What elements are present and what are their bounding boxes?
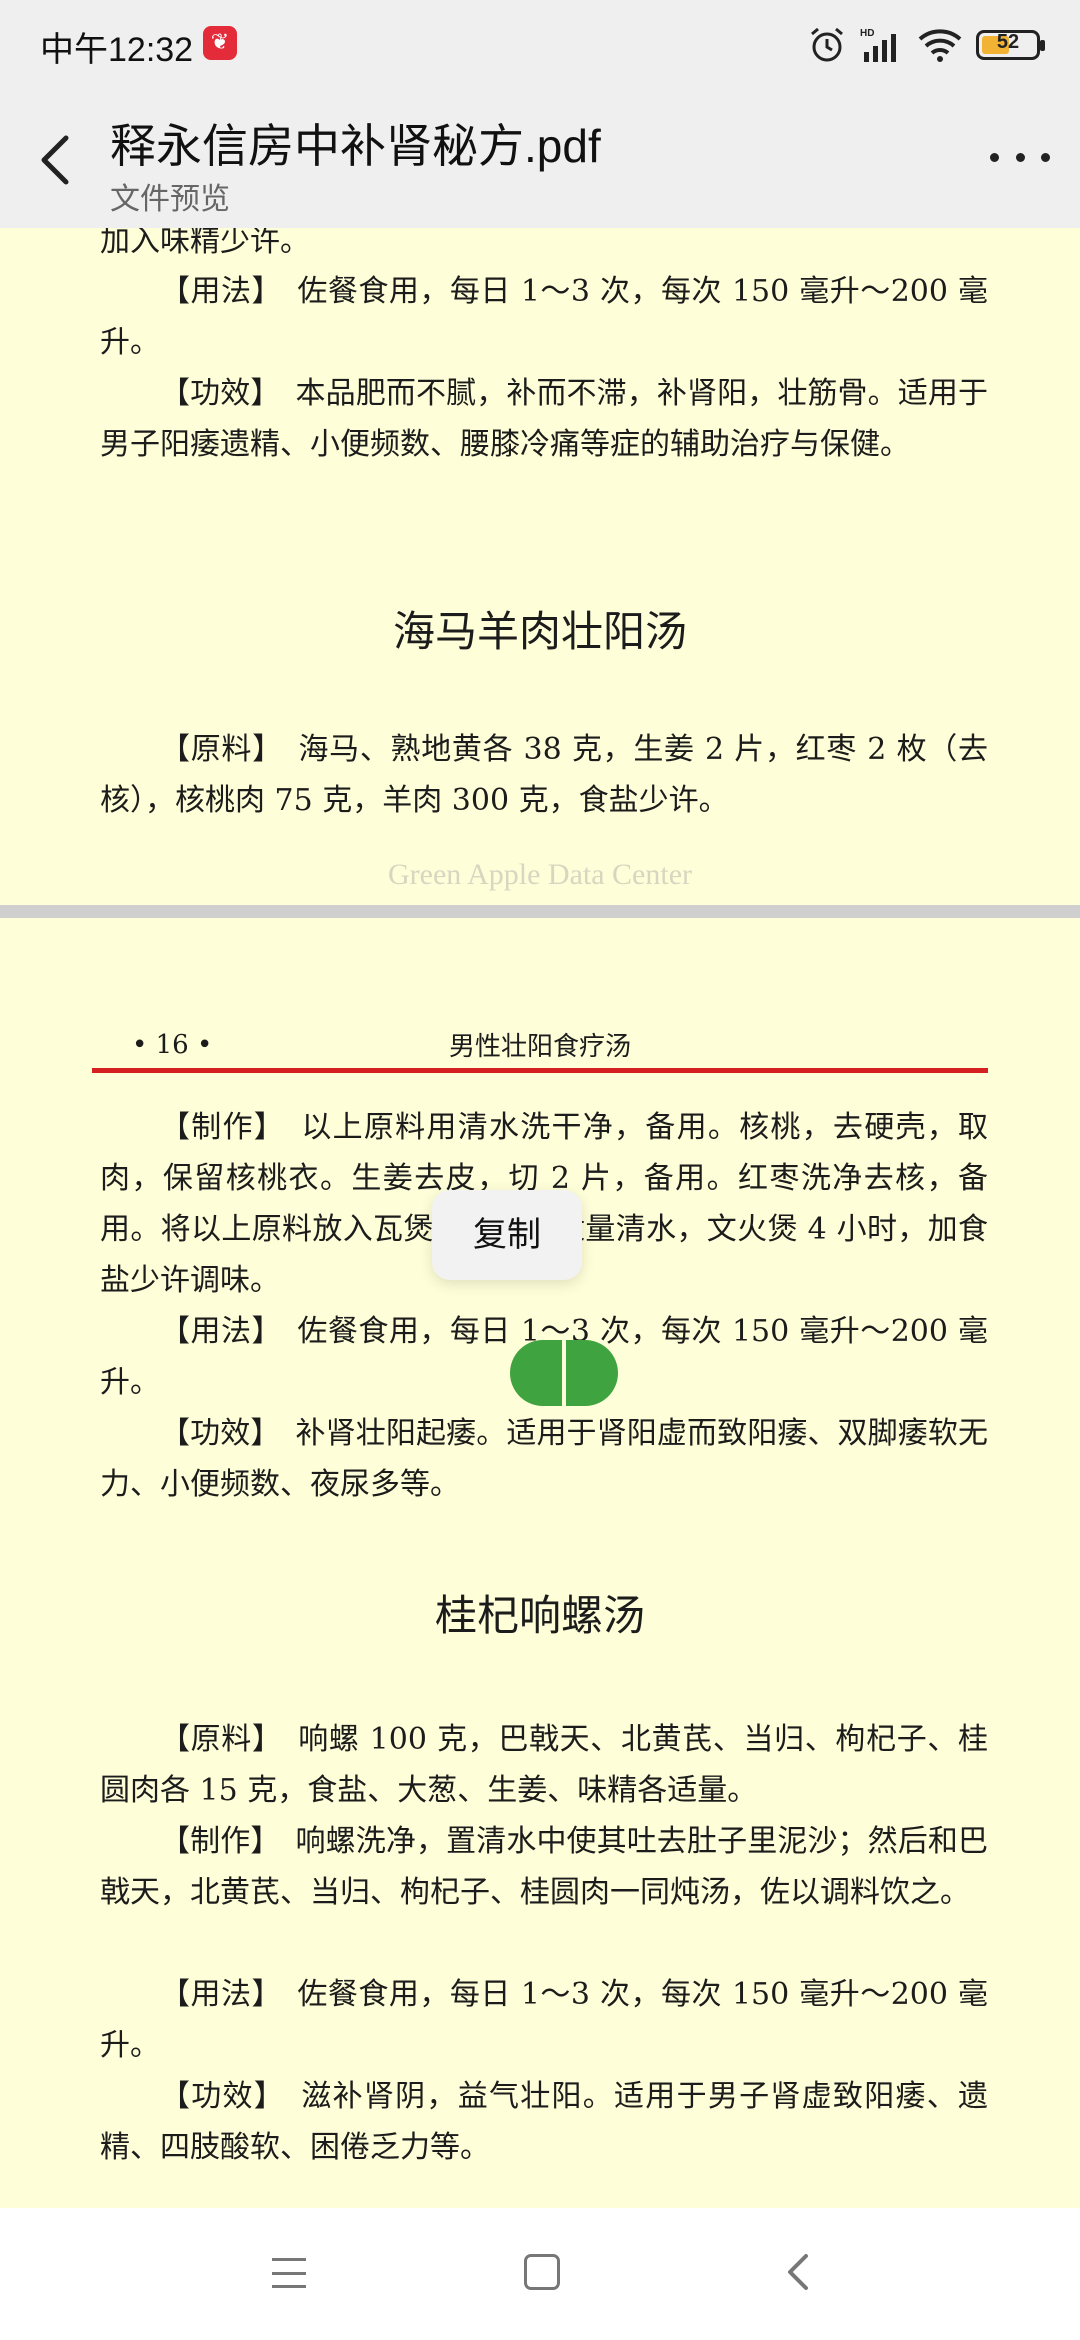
battery-level: 52 [996,31,1020,53]
status-time: 中午12:32 [40,31,194,69]
copy-button[interactable]: 复制 [432,1190,582,1280]
paragraph-preparation: 【制作】 响螺洗净，置清水中使其吐去肚子里泥沙；然后和巴戟天，北黄芪、当归、枸杞… [100,1824,988,1910]
more-options-icon[interactable] [990,142,1050,172]
notification-app-icon: ❦ [203,26,237,60]
app-header: 释永信房中补肾秘方.pdf 文件预览 [0,92,1080,228]
paragraph-usage: 【用法】 佐餐食用，每日 1～3 次，每次 150 毫升～200 毫升。 [100,1977,988,2063]
watermark: Green Apple Data Center [387,858,693,891]
paragraph-ingredients: 【原料】 海马、熟地黄各 38 克，生姜 2 片，红枣 2 枚（去核），核桃肉 … [100,732,988,818]
paragraph-effect: 【功效】 滋补肾阴，益气壮阳。适用于男子肾虚致阳痿、遗精、四肢酸软、困倦乏力等。 [100,2079,988,2165]
running-title: 男性壮阳食疗汤 [448,1032,631,1062]
status-icons: HD 52 [808,20,1045,70]
paragraph-ingredients: 【原料】 响螺 100 克，巴戟天、北黄芪、当归、枸杞子、桂圆肉各 15 克，食… [100,1722,988,1808]
recipe-heading: 海马羊肉壮阳汤 [392,607,687,656]
recent-apps-icon[interactable] [272,2258,306,2288]
paragraph-effect: 【功效】 补肾壮阳起痿。适用于肾阳虚而致阳痿、双脚痿软无力、小便频数、夜尿多等。 [100,1416,988,1502]
document-subtitle: 文件预览 [110,182,230,217]
back-icon[interactable] [780,2252,816,2292]
page-divider [0,905,1080,918]
back-arrow-icon[interactable] [30,130,80,190]
text-line: 加入味精少许。 [100,228,310,259]
signal-icon: HD [860,28,896,62]
pdf-page-16: • 16 • 男性壮阳食疗汤 【制作】 以上原料用清水洗干净，备用。核桃，去硬壳… [0,918,1080,2208]
running-header: • 16 • 男性壮阳食疗汤 [92,1026,988,1073]
wifi-icon [918,29,962,62]
system-nav-bar [0,2208,1080,2340]
paragraph-usage: 【用法】 佐餐食用，每日 1～3 次，每次 150 毫升～200 毫升。 [100,274,988,360]
document-title: 释永信房中补肾秘方.pdf [110,120,601,172]
paragraph-effect: 【功效】 本品肥而不腻，补而不滞，补肾阳，壮筋骨。适用于男子阳痿遗精、小便频数、… [100,376,988,462]
status-bar: 中午12:32 ❦ HD 52 [0,0,1080,92]
svg-text:HD: HD [860,28,874,39]
pdf-page-top: 加入味精少许。 【用法】 佐餐食用，每日 1～3 次，每次 150 毫升～200… [0,228,1080,905]
alarm-icon [811,27,843,62]
home-icon[interactable] [524,2254,560,2290]
battery-icon: 52 [976,30,1045,60]
recipe-heading: 桂杞响螺汤 [434,1591,645,1640]
